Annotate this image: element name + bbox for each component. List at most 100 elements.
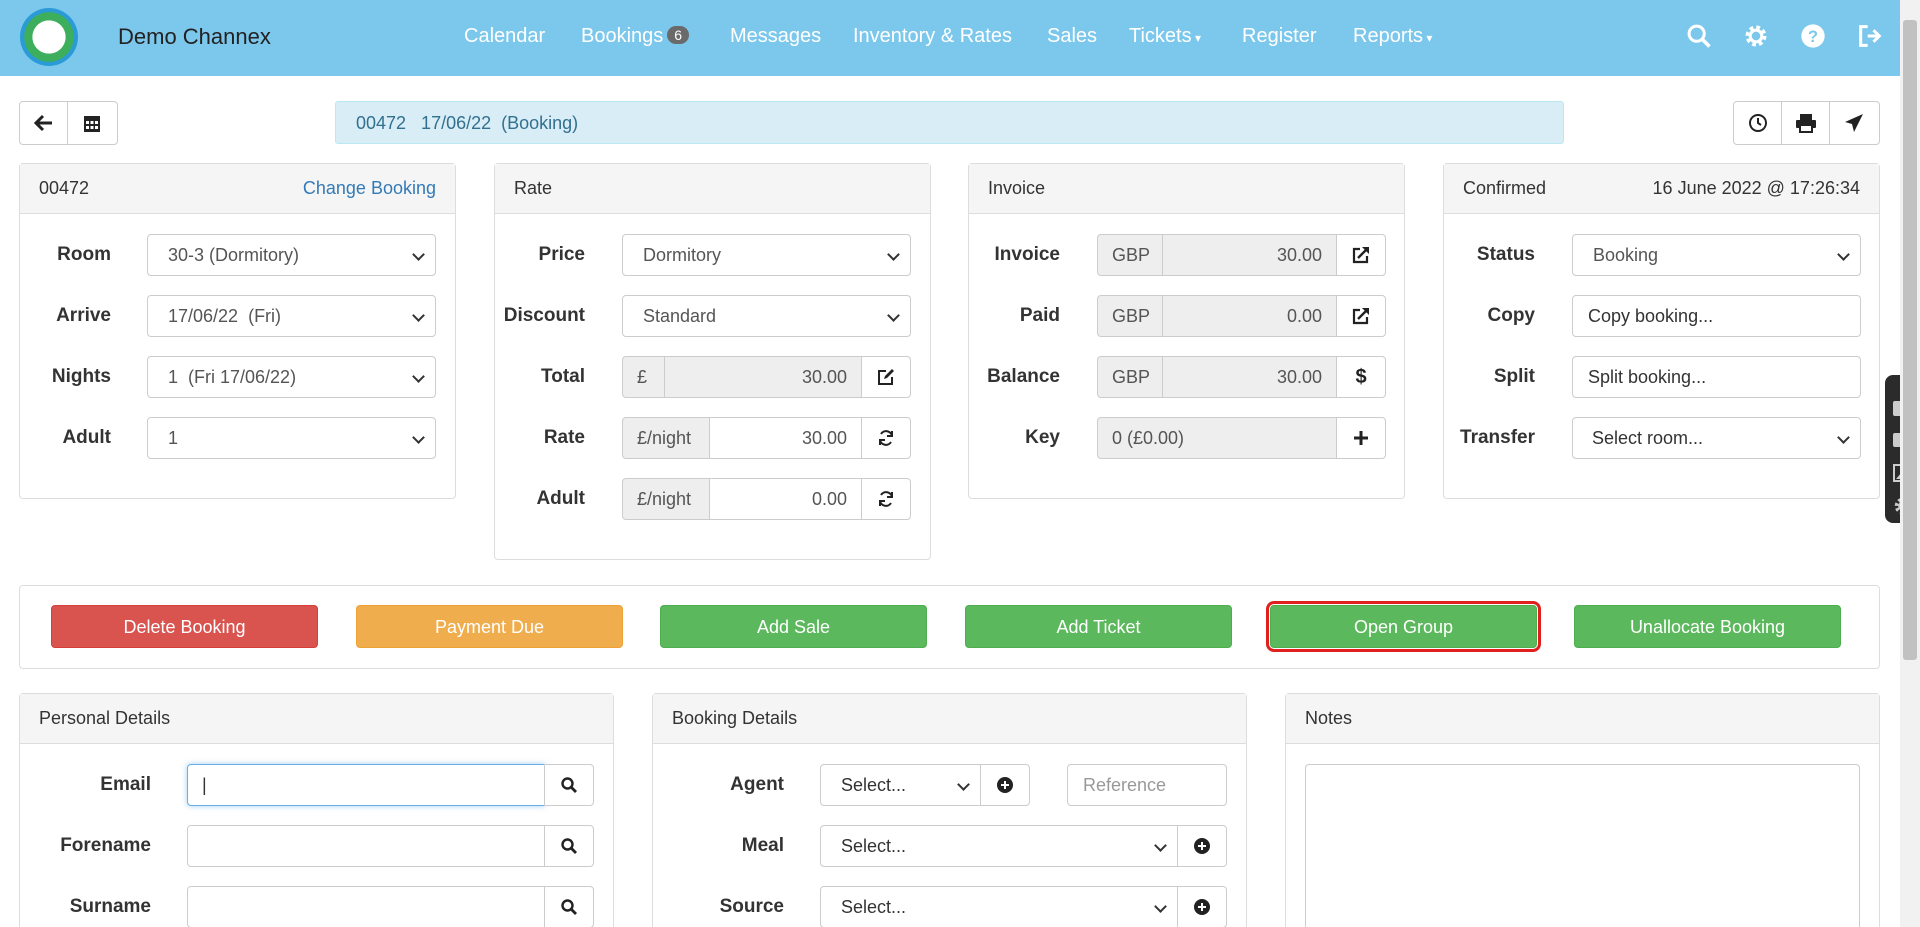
- paid-currency: GBP: [1097, 295, 1163, 337]
- delete-booking-button[interactable]: Delete Booking: [51, 605, 318, 648]
- nav-reports-label: Reports: [1353, 25, 1424, 47]
- search-icon: [561, 838, 577, 854]
- payment-due-button[interactable]: Payment Due: [356, 605, 623, 648]
- booking-details-panel: Booking Details Agent Select... Reference …: [652, 693, 1247, 927]
- external-link-icon: [1352, 308, 1369, 325]
- open-invoice-button[interactable]: [1336, 234, 1386, 276]
- status-panel: Confirmed 16 June 2022 @ 17:26:34 Status B…: [1443, 163, 1880, 499]
- forename-field[interactable]: [187, 825, 545, 867]
- add-agent-button[interactable]: [980, 764, 1030, 806]
- print-button[interactable]: [1782, 102, 1830, 144]
- arrow-left-icon: [33, 114, 52, 132]
- booking-panel-header: 00472 Change Booking: [20, 164, 455, 214]
- back-button[interactable]: [20, 102, 68, 144]
- arrive-select[interactable]: 17/06/22 (Fri): [147, 295, 436, 337]
- nav-calendar[interactable]: Calendar: [464, 25, 545, 48]
- edit-total-button[interactable]: [861, 356, 911, 398]
- add-meal-button[interactable]: [1177, 825, 1227, 867]
- price-select[interactable]: Dormitory: [622, 234, 911, 276]
- invoice-panel-title: Invoice: [988, 178, 1046, 198]
- nav-reports[interactable]: Reports ▾: [1353, 25, 1432, 48]
- invoice-currency: GBP: [1097, 234, 1163, 276]
- status-panel-header: Confirmed 16 June 2022 @ 17:26:34: [1444, 164, 1879, 214]
- unallocate-booking-button[interactable]: Unallocate Booking: [1574, 605, 1841, 648]
- email-field[interactable]: |: [187, 764, 545, 806]
- rate-input[interactable]: 30.00: [709, 417, 862, 459]
- invoice-panel: Invoice Invoice GBP 30.00 Paid GBP 0.00 Bala…: [968, 163, 1405, 499]
- nav-tickets[interactable]: Tickets ▾: [1129, 25, 1201, 48]
- search-surname-button[interactable]: [544, 886, 594, 927]
- nav-sales[interactable]: Sales: [1047, 25, 1097, 48]
- split-label: Split: [1493, 366, 1535, 387]
- calendar-icon: [84, 116, 100, 132]
- history-button[interactable]: [1734, 102, 1782, 144]
- calendar-button[interactable]: [68, 102, 116, 144]
- gear-icon[interactable]: [1742, 22, 1770, 50]
- meal-select[interactable]: Select...: [820, 825, 1178, 867]
- status-panel-title: Confirmed: [1463, 178, 1547, 198]
- surname-field[interactable]: [187, 886, 545, 927]
- total-label: Total: [541, 366, 585, 387]
- search-icon: [561, 777, 577, 793]
- add-ticket-button[interactable]: Add Ticket: [965, 605, 1232, 648]
- add-sale-button[interactable]: Add Sale: [660, 605, 927, 648]
- edit-icon: [878, 369, 894, 385]
- search-forename-button[interactable]: [544, 825, 594, 867]
- plus-circle-icon: [997, 777, 1013, 793]
- scrollbar-thumb[interactable]: [1903, 20, 1917, 660]
- adult-rate-unit: £/night: [622, 478, 710, 520]
- room-label: Room: [57, 244, 111, 265]
- action-bar: Delete Booking Payment Due Add Sale Add …: [19, 585, 1880, 669]
- print-icon: [1795, 114, 1816, 133]
- brand-name[interactable]: Demo Channex: [118, 24, 271, 50]
- key-value: 0 (£0.00): [1097, 417, 1337, 459]
- search-email-button[interactable]: [544, 764, 594, 806]
- booking-panel: 00472 Change Booking Room 30-3 (Dormitory)…: [19, 163, 456, 499]
- nav-inventory-rates[interactable]: Inventory & Rates: [853, 25, 1012, 48]
- refresh-icon: [879, 430, 893, 446]
- room-select[interactable]: 30-3 (Dormitory): [147, 234, 436, 276]
- search-icon[interactable]: [1685, 22, 1713, 50]
- notes-textarea[interactable]: [1305, 764, 1860, 927]
- bookings-count-badge: 6: [667, 26, 690, 44]
- nav-bookings[interactable]: Bookings 6: [581, 25, 690, 48]
- change-booking-link[interactable]: Change Booking: [303, 178, 436, 199]
- reference-input[interactable]: Reference: [1067, 764, 1227, 806]
- app-logo[interactable]: [20, 8, 78, 66]
- copy-booking-field[interactable]: Copy booking...: [1572, 295, 1861, 337]
- rate-panel-header: Rate: [495, 164, 930, 214]
- refresh-rate-button[interactable]: [861, 417, 911, 459]
- source-select[interactable]: Select...: [820, 886, 1178, 927]
- add-key-button[interactable]: [1336, 417, 1386, 459]
- dollar-icon[interactable]: $: [1336, 356, 1386, 398]
- refresh-adult-rate-button[interactable]: [861, 478, 911, 520]
- balance-value: 30.00: [1162, 356, 1337, 398]
- surname-label: Surname: [69, 896, 151, 917]
- logout-icon[interactable]: [1856, 22, 1884, 50]
- add-source-button[interactable]: [1177, 886, 1227, 927]
- copy-label: Copy: [1487, 305, 1536, 326]
- adult-rate-input[interactable]: 0.00: [709, 478, 862, 520]
- notes-panel: Notes: [1285, 693, 1880, 927]
- source-label: Source: [719, 896, 784, 917]
- open-group-button[interactable]: Open Group: [1266, 601, 1541, 652]
- nav-register[interactable]: Register: [1242, 25, 1316, 48]
- total-currency: £: [622, 356, 665, 398]
- total-value: 30.00: [664, 356, 862, 398]
- discount-select[interactable]: Standard: [622, 295, 911, 337]
- transfer-select[interactable]: Select room...: [1572, 417, 1861, 459]
- booking-details-header: Booking Details: [653, 694, 1246, 744]
- nav-messages[interactable]: Messages: [730, 25, 821, 48]
- invoice-label: Invoice: [994, 244, 1060, 265]
- status-select[interactable]: Booking: [1572, 234, 1861, 276]
- split-booking-field[interactable]: Split booking...: [1572, 356, 1861, 398]
- paid-label: Paid: [1019, 305, 1060, 326]
- send-button[interactable]: [1830, 102, 1878, 144]
- agent-select[interactable]: Select...: [820, 764, 981, 806]
- top-navbar: Demo Channex Calendar Bookings 6 Messages…: [0, 0, 1900, 76]
- plus-circle-icon: [1194, 899, 1210, 915]
- help-icon[interactable]: ?: [1799, 22, 1827, 50]
- adult-select[interactable]: 1: [147, 417, 436, 459]
- open-payments-button[interactable]: [1336, 295, 1386, 337]
- nights-select[interactable]: 1 (Fri 17/06/22): [147, 356, 436, 398]
